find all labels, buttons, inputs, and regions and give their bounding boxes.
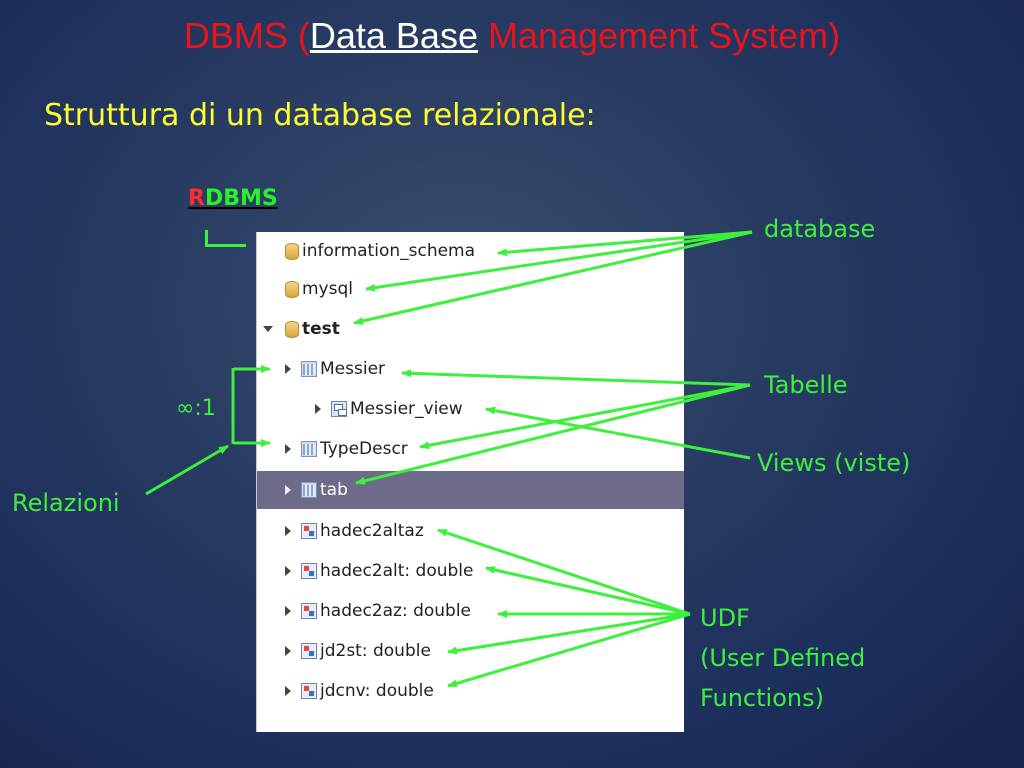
- tree-item-jdcnv[interactable]: jdcnv: double: [257, 672, 684, 710]
- title-part-2: Data Base: [309, 15, 478, 56]
- title-part-1: DBMS (: [183, 15, 310, 56]
- cardinality-label: ∞:1: [176, 396, 216, 421]
- tree-item-label: tab: [320, 480, 348, 500]
- table-icon: [301, 441, 317, 457]
- tree-item-messier[interactable]: Messier: [257, 350, 684, 388]
- function-icon: [301, 643, 317, 659]
- chevron-right-icon[interactable]: [315, 404, 321, 414]
- database-icon: [285, 280, 299, 298]
- tree-item-label: mysql: [302, 279, 353, 299]
- tree-item-label: jdcnv: double: [320, 681, 434, 701]
- chevron-right-icon[interactable]: [285, 566, 291, 576]
- chevron-right-icon[interactable]: [285, 364, 291, 374]
- tree-item-label: hadec2az: double: [320, 601, 472, 621]
- rdbms-bracket: [205, 230, 246, 247]
- tree-item-hadec2az[interactable]: hadec2az: double: [257, 592, 684, 630]
- database-icon: [285, 242, 299, 260]
- relazioni-label: Relazioni: [12, 489, 120, 517]
- function-icon: [301, 603, 317, 619]
- tree-item-information-schema[interactable]: information_schema: [257, 232, 684, 270]
- rdbms-dbms-letters: DBMS: [204, 186, 278, 211]
- table-icon: [301, 361, 317, 377]
- tree-item-label: test: [302, 319, 340, 339]
- view-icon: [331, 401, 347, 417]
- tree-item-label: jd2st: double: [320, 641, 431, 661]
- tree-item-mysql[interactable]: mysql: [257, 270, 684, 308]
- tree-item-label: hadec2altaz: [320, 521, 424, 541]
- rdbms-label: RDBMS: [188, 186, 278, 211]
- udf-label-line-1: UDF: [700, 604, 750, 632]
- tree-item-jd2st[interactable]: jd2st: double: [257, 632, 684, 670]
- tree-item-label: Messier_view: [350, 399, 463, 419]
- tree-item-test[interactable]: test: [257, 310, 684, 348]
- function-icon: [301, 683, 317, 699]
- slide-subtitle: Struttura di un database relazionale:: [44, 98, 596, 133]
- tabelle-label: Tabelle: [764, 371, 848, 399]
- chevron-right-icon[interactable]: [285, 606, 291, 616]
- tree-item-label: hadec2alt: double: [320, 561, 474, 581]
- arrow-relazioni: [145, 444, 229, 496]
- table-icon: [301, 482, 317, 498]
- database-label: database: [764, 215, 876, 243]
- tree-item-messier-view[interactable]: Messier_view: [257, 390, 684, 428]
- chevron-right-icon[interactable]: [285, 485, 291, 495]
- tree-item-label: Messier: [320, 359, 386, 379]
- chevron-right-icon[interactable]: [285, 646, 291, 656]
- tree-item-hadec2altaz[interactable]: hadec2altaz: [257, 512, 684, 550]
- udf-label-line-3: Functions): [700, 684, 824, 712]
- chevron-right-icon[interactable]: [285, 526, 291, 536]
- schema-tree-panel: information_schema mysql test Messier Me…: [256, 232, 684, 732]
- rdbms-r-letter: R: [188, 186, 205, 211]
- function-icon: [301, 523, 317, 539]
- tree-item-tab[interactable]: tab: [257, 471, 684, 509]
- tree-item-typedescr[interactable]: TypeDescr: [257, 430, 684, 468]
- chevron-down-icon[interactable]: [263, 326, 273, 332]
- chevron-right-icon[interactable]: [285, 444, 291, 454]
- tree-item-hadec2alt[interactable]: hadec2alt: double: [257, 552, 684, 590]
- title-part-3: Management System): [477, 15, 841, 56]
- chevron-right-icon[interactable]: [285, 686, 291, 696]
- tree-item-label: information_schema: [302, 241, 476, 261]
- database-icon: [285, 320, 299, 338]
- views-label: Views (viste): [757, 449, 911, 477]
- tree-item-label: TypeDescr: [320, 439, 408, 459]
- slide: DBMS (Data Base Management System) Strut…: [0, 0, 1024, 768]
- slide-title: DBMS (Data Base Management System): [0, 14, 1024, 58]
- udf-label-line-2: (User Defined: [700, 644, 866, 672]
- function-icon: [301, 563, 317, 579]
